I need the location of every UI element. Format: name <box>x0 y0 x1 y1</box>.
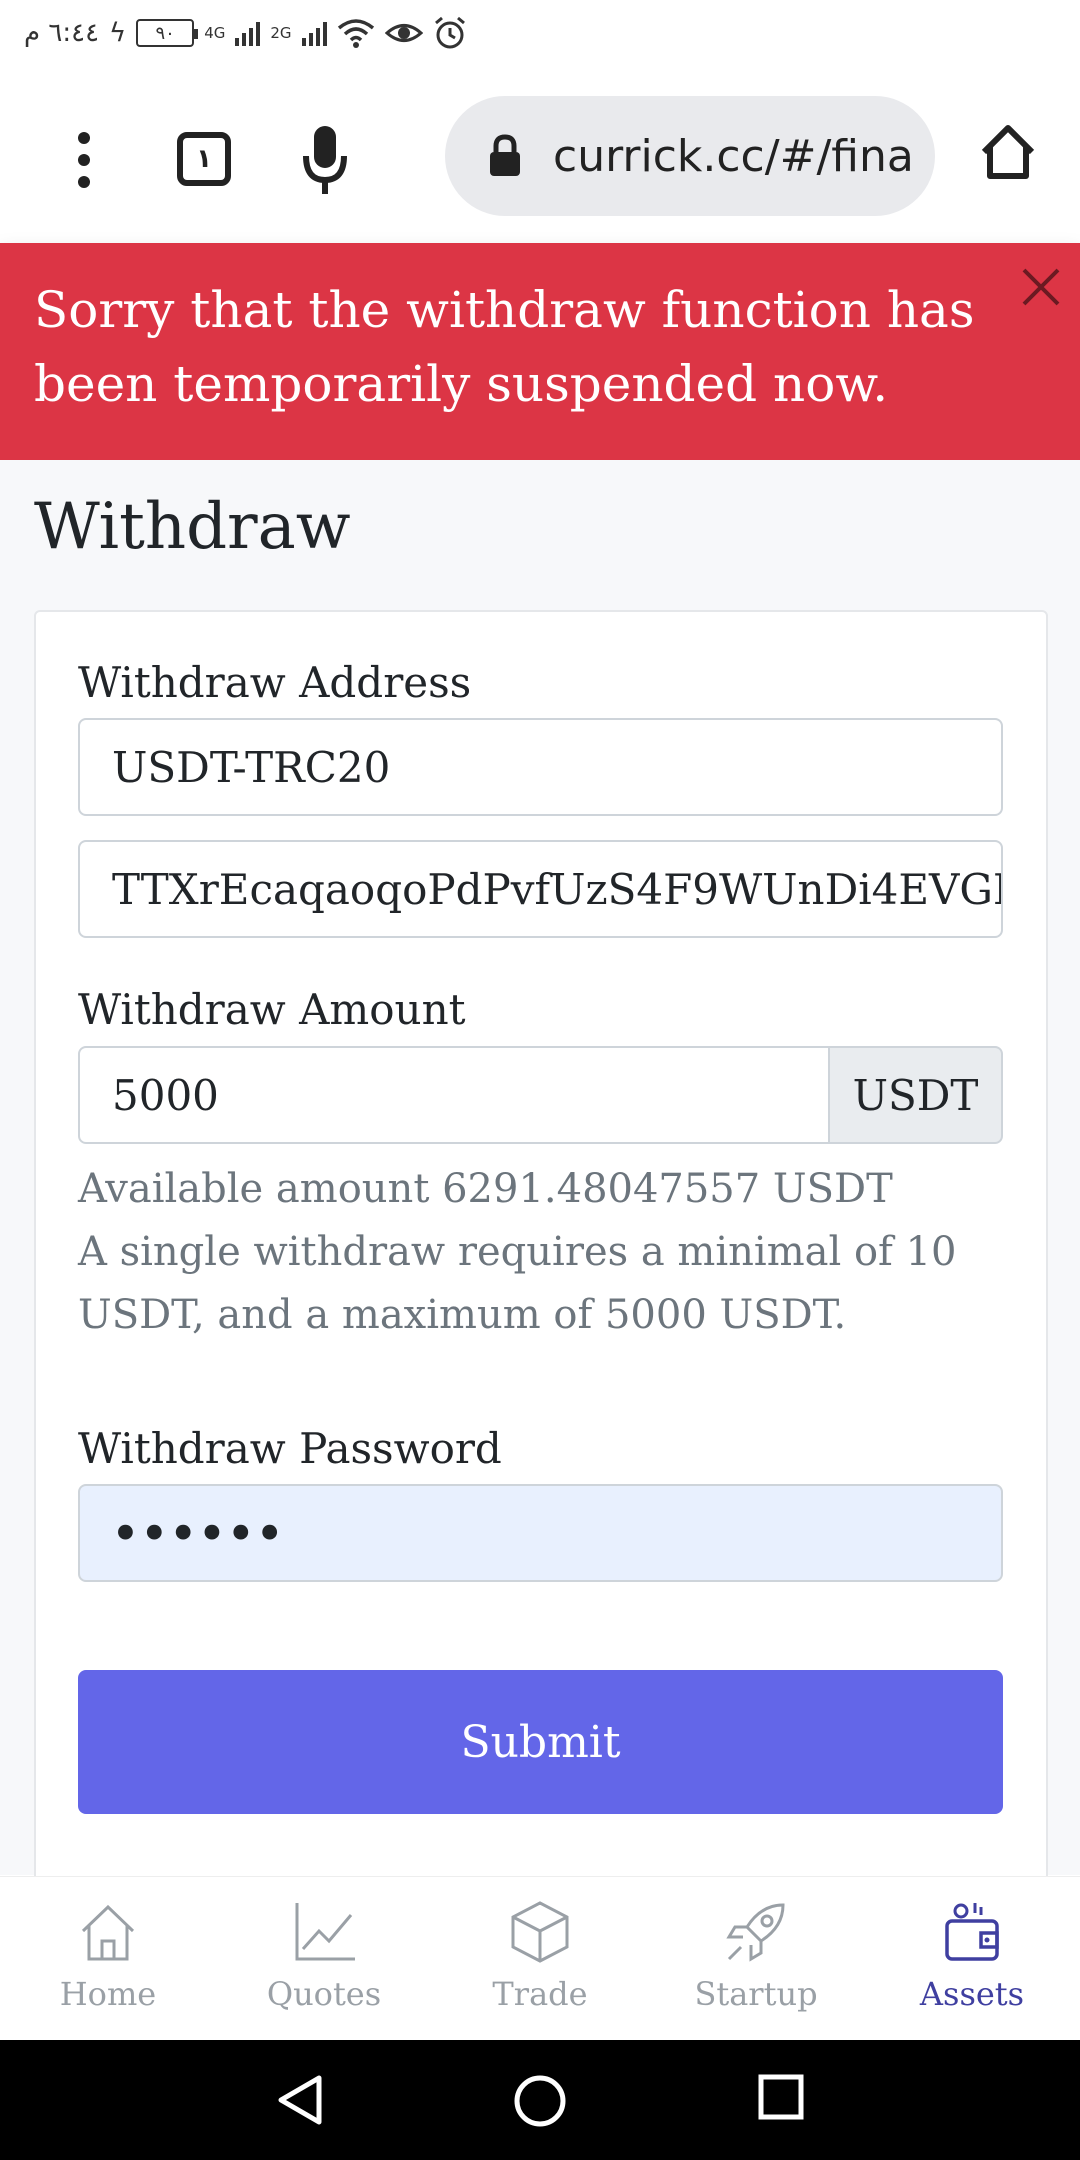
nav-item-home[interactable]: Home <box>0 1877 216 2040</box>
nav-label-assets: Assets <box>919 1975 1025 2013</box>
close-icon[interactable] <box>1018 264 1064 310</box>
battery-icon: ٩٠ <box>136 19 199 47</box>
nav-label-trade: Trade <box>492 1975 588 2013</box>
tab-switcher-button[interactable]: ١ <box>177 132 231 186</box>
nav-label-home: Home <box>59 1975 157 2013</box>
status-time: ٦:٤٤ م <box>24 18 100 48</box>
submit-button[interactable]: Submit <box>78 1670 1003 1814</box>
alert-message: Sorry that the withdraw function has bee… <box>34 281 975 413</box>
signal-icon-2 <box>301 20 327 46</box>
nav-item-quotes[interactable]: Quotes <box>216 1877 432 2040</box>
home-icon <box>81 1904 135 1961</box>
withdraw-amount-label: Withdraw Amount <box>78 985 466 1034</box>
home-circle-icon[interactable] <box>513 2074 567 2128</box>
nav-item-trade[interactable]: Trade <box>432 1877 648 2040</box>
chart-icon <box>295 1903 355 1961</box>
browser-toolbar: ١ currick.cc/#/fina <box>0 72 1080 242</box>
url-text[interactable]: currick.cc/#/fina <box>553 131 914 182</box>
address-input[interactable]: TTXrEcaqaoqoPdPvfUzS4F9WUnDi4EVGKi <box>78 840 1003 938</box>
withdraw-address-label: Withdraw Address <box>78 658 472 707</box>
withdraw-password-label: Withdraw Password <box>78 1424 502 1473</box>
cube-icon <box>511 1901 569 1963</box>
nav-label-startup: Startup <box>694 1975 818 2013</box>
available-amount-text: Available amount 6291.48047557 USDT <box>78 1166 893 1212</box>
charging-icon: ϟ <box>109 18 127 48</box>
back-icon[interactable] <box>275 2074 325 2126</box>
page-title: Withdraw <box>34 490 351 564</box>
wifi-icon <box>337 19 374 48</box>
amount-unit-addon: USDT <box>828 1046 1003 1144</box>
nav-item-assets[interactable]: Assets <box>864 1877 1080 2040</box>
eye-icon <box>384 24 423 42</box>
battery-level: ٩٠ <box>155 22 175 44</box>
home-button-icon[interactable] <box>978 122 1038 182</box>
system-navigation-bar <box>0 2040 1080 2160</box>
network-4g-label: 4G <box>204 24 226 42</box>
status-bar: ٦:٤٤ م ϟ ٩٠ 4G 2G <box>0 0 1080 72</box>
more-menu-icon[interactable] <box>62 132 106 188</box>
limit-text: A single withdraw requires a minimal of … <box>78 1229 957 1338</box>
rocket-icon <box>726 1903 785 1962</box>
bottom-nav: Home Quotes Trade Startup Assets <box>0 1876 1080 2040</box>
wallet-icon <box>945 1903 999 1961</box>
address-bar[interactable]: currick.cc/#/fina <box>445 96 935 216</box>
signal-icon <box>235 20 261 46</box>
lock-icon <box>490 134 520 176</box>
network-select[interactable]: USDT-TRC20 <box>78 718 1003 816</box>
alarm-icon <box>434 16 465 49</box>
nav-item-startup[interactable]: Startup <box>648 1877 864 2040</box>
password-input[interactable]: •••••• <box>78 1484 1003 1582</box>
error-alert: Sorry that the withdraw function has bee… <box>0 243 1080 460</box>
amount-input[interactable]: 5000 <box>78 1046 830 1144</box>
nav-label-quotes: Quotes <box>266 1975 382 2013</box>
microphone-icon[interactable] <box>300 122 350 202</box>
recents-icon[interactable] <box>758 2074 804 2120</box>
network-2g-label: 2G <box>270 24 292 42</box>
